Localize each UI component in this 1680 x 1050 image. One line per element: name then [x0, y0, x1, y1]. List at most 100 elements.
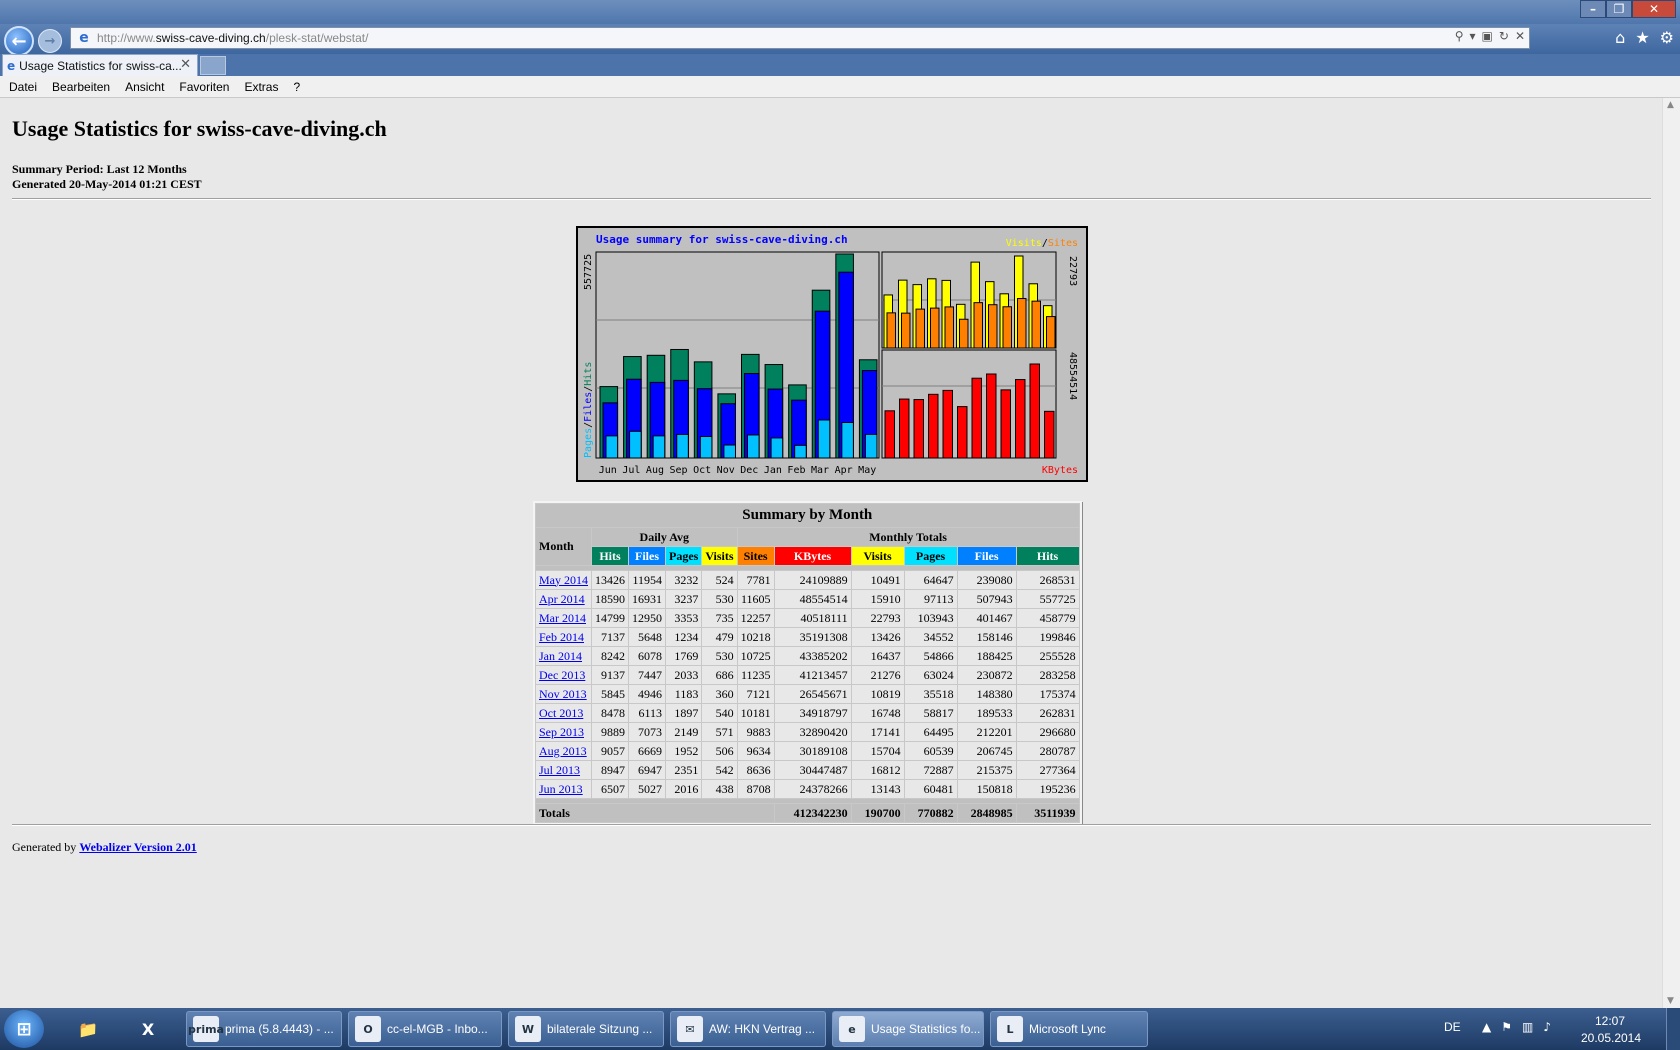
minimize-button[interactable]: – [1580, 0, 1606, 18]
total-files: 2848985 [957, 804, 1016, 822]
month-link[interactable]: Jun 2013 [539, 782, 583, 796]
vertical-scrollbar[interactable]: ▲ ▼ [1662, 98, 1680, 1008]
taskbar-task[interactable]: Occ-el-MGB - Inbo... [348, 1011, 502, 1047]
forward-button[interactable]: → [38, 29, 62, 53]
month-cell: Dec 2013 [536, 666, 591, 684]
volume-icon[interactable]: ♪ [1543, 1020, 1551, 1034]
month-link[interactable]: Sep 2013 [539, 725, 584, 739]
tab-usage-statistics[interactable]: e Usage Statistics for swiss-ca... ✕ [2, 54, 198, 76]
month-tick-label: Jun [599, 465, 617, 476]
taskbar-task[interactable]: ✉ AW: HKN Vertrag ... [670, 1011, 826, 1047]
menu-datei[interactable]: Datei [9, 80, 37, 94]
close-window-button[interactable]: ✕ [1632, 0, 1676, 18]
task-label: AW: HKN Vertrag ... [709, 1022, 816, 1036]
table-row: Jul 2013 8947 6947 2351 542 8636 30447487 16812… [536, 761, 1079, 779]
month-link[interactable]: Aug 2013 [539, 744, 587, 758]
daily-pages-cell: 2149 [666, 723, 702, 741]
daily-hits-cell: 8242 [592, 647, 628, 665]
monthly-hits-cell: 175374 [1016, 685, 1079, 703]
bar-kbytes [913, 399, 924, 459]
dropdown-arrow-icon[interactable]: ▾ [1470, 29, 1476, 43]
month-link[interactable]: Apr 2014 [539, 592, 585, 606]
bar-pages [605, 435, 619, 459]
month-link[interactable]: Nov 2013 [539, 687, 587, 701]
month-link[interactable]: Jan 2014 [539, 649, 582, 663]
table-row: Mar 2014 14799 12950 3353 735 12257 40518111 22… [536, 609, 1079, 627]
month-link[interactable]: Mar 2014 [539, 611, 586, 625]
clock-time[interactable]: 12:07 [1582, 1014, 1638, 1028]
bar-kbytes [986, 373, 997, 459]
search-icon[interactable]: ⚲ [1455, 29, 1464, 43]
network-icon[interactable]: ▥ [1522, 1020, 1533, 1034]
back-button[interactable]: ← [4, 26, 34, 56]
month-link[interactable]: Oct 2013 [539, 706, 583, 720]
scroll-down-icon[interactable]: ▼ [1667, 996, 1674, 1006]
home-icon[interactable]: ⌂ [1615, 28, 1625, 47]
show-hidden-icons-icon[interactable]: ▲ [1482, 1020, 1491, 1034]
restore-button[interactable]: ❐ [1606, 0, 1632, 18]
bar-sites [930, 307, 940, 349]
sites-cell: 10725 [737, 647, 774, 665]
month-link[interactable]: Jul 2013 [539, 763, 580, 777]
monthly-files-cell: 215375 [957, 761, 1016, 779]
daily-visits-cell: 360 [702, 685, 737, 703]
action-center-icon[interactable]: ⚑ [1501, 1020, 1512, 1034]
monthly-visits-cell: 15704 [851, 742, 904, 760]
daily-hits-cell: 8947 [592, 761, 628, 779]
tray-icons: ▲ ⚑ ▥ ♪ [1482, 1020, 1551, 1034]
menu-extras[interactable]: Extras [244, 80, 278, 94]
total-visits: 190700 [851, 804, 904, 822]
daily-pages-cell: 3232 [666, 571, 702, 589]
close-tab-icon[interactable]: ✕ [180, 57, 191, 72]
excel-pinned-icon[interactable]: X [122, 1011, 174, 1047]
month-cell: Nov 2013 [536, 685, 591, 703]
monthly-visits-cell: 16437 [851, 647, 904, 665]
month-cell: Sep 2013 [536, 723, 591, 741]
taskbar-task[interactable]: e Usage Statistics fo... [832, 1011, 984, 1047]
month-tick-label: Mar [811, 465, 829, 476]
webalizer-link[interactable]: Webalizer Version 2.01 [79, 840, 196, 854]
bar-kbytes [1015, 379, 1026, 459]
month-link[interactable]: Feb 2014 [539, 630, 584, 644]
monthly-pages-cell: 97113 [904, 590, 957, 608]
language-indicator[interactable]: DE [1444, 1020, 1461, 1034]
month-link[interactable]: Dec 2013 [539, 668, 585, 682]
monthly-hits-cell: 277364 [1016, 761, 1079, 779]
gear-icon[interactable]: ⚙ [1660, 28, 1674, 47]
daily-visits-cell: 735 [702, 609, 737, 627]
kbytes-cell: 24109889 [774, 571, 851, 589]
stop-icon[interactable]: ✕ [1515, 29, 1525, 43]
kbytes-legend: KBytes [1042, 465, 1078, 476]
monthly-visits-cell: 17141 [851, 723, 904, 741]
month-link[interactable]: May 2014 [539, 573, 588, 587]
scroll-up-icon[interactable]: ▲ [1667, 100, 1674, 110]
monthly-visits-cell: 10819 [851, 685, 904, 703]
address-bar[interactable]: e http://www. swiss-cave-diving.ch/plesk-… [70, 27, 1530, 49]
new-tab-button[interactable] [200, 56, 226, 75]
show-desktop-button[interactable] [1666, 1008, 1680, 1050]
clock-date[interactable]: 20.05.2014 [1576, 1031, 1646, 1045]
taskbar-task[interactable]: Wbilaterale Sitzung ... [508, 1011, 664, 1047]
bar-pages [864, 433, 878, 459]
compatibility-view-icon[interactable]: ▣ [1482, 29, 1493, 43]
kbytes-cell: 48554514 [774, 590, 851, 608]
refresh-icon[interactable]: ↻ [1499, 29, 1509, 43]
bar-kbytes [884, 410, 895, 459]
col-monthly-visits: Visits [851, 547, 904, 565]
table-spacer [536, 566, 1079, 570]
start-button[interactable]: ⊞ [4, 1010, 44, 1048]
explorer-pinned-icon[interactable]: 📁 [62, 1011, 114, 1047]
month-cell: Mar 2014 [536, 609, 591, 627]
bar-sites [1002, 306, 1012, 349]
daily-pages-cell: 2016 [666, 780, 702, 798]
bar-kbytes [1044, 410, 1055, 459]
table-row: Aug 2013 9057 6669 1952 506 9634 30189108 15704… [536, 742, 1079, 760]
daily-pages-cell: 2033 [666, 666, 702, 684]
menu-favoriten[interactable]: Favoriten [179, 80, 229, 94]
menu-ansicht[interactable]: Ansicht [125, 80, 164, 94]
menu-bearbeiten[interactable]: Bearbeiten [52, 80, 110, 94]
taskbar-task[interactable]: prima prima (5.8.4443) - ... [186, 1011, 342, 1047]
menu-help[interactable]: ? [293, 80, 300, 94]
taskbar-task[interactable]: L Microsoft Lync [990, 1011, 1148, 1047]
favorites-star-icon[interactable]: ★ [1635, 28, 1649, 47]
